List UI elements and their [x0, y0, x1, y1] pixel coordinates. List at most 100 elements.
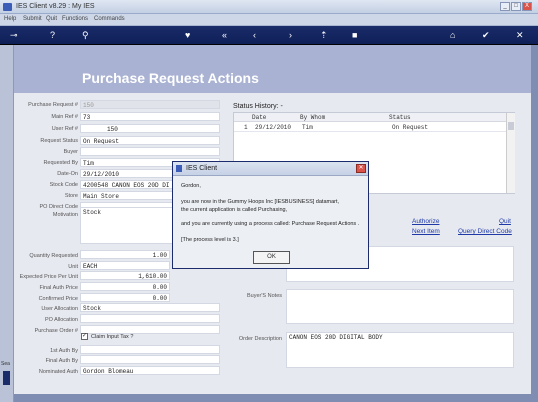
label-nominated-auth: Nominated Auth	[38, 369, 78, 375]
menu-commands[interactable]: Commands	[94, 16, 125, 22]
row-number: 1	[244, 124, 248, 131]
key-icon[interactable]: ⊸	[10, 31, 18, 40]
claim-input-tax-checkbox[interactable]: ✓	[81, 333, 88, 340]
app-icon	[3, 3, 12, 11]
rewind-icon[interactable]: «	[222, 31, 227, 40]
buyers-notes-field[interactable]	[286, 289, 514, 324]
label-request-status: Request Status	[40, 138, 78, 144]
label-user-ref: User Ref #	[51, 126, 78, 132]
dialog-application-line: the current application is called Purcha…	[181, 207, 288, 213]
label-buyers-notes: Buyer'S Notes	[247, 293, 282, 299]
unit-field[interactable]: EACH	[80, 261, 170, 270]
sidebar-label: Sea	[1, 361, 10, 367]
expected-price-field[interactable]: 1,610.00	[80, 271, 170, 280]
label-quantity-requested: Quantity Requested	[29, 253, 78, 259]
query-direct-code-link[interactable]: Query Direct Code	[458, 228, 512, 235]
label-final-auth-price: Final Auth Price	[39, 285, 78, 291]
nominated-auth-field[interactable]: Gordon Blomeau	[80, 366, 220, 375]
dialog-process-level: [The process level is 3.]	[181, 237, 239, 243]
menu-help[interactable]: Help	[4, 16, 16, 22]
row-status: On Request	[392, 124, 429, 131]
column-by-whom: By Whom	[300, 114, 326, 121]
status-history-header: Date By Whom Status	[234, 113, 506, 122]
toolbar: ⊸ ? ⚲ ♥ « ‹ › ⇡ ■ ⌂ ✔ ✕	[0, 26, 538, 45]
dialog-greeting: Gordon,	[181, 183, 201, 189]
column-date: Date	[252, 114, 267, 121]
label-buyer: Buyer	[63, 149, 78, 155]
dialog-title: IES Client	[186, 165, 218, 172]
label-order-description: Order Description	[238, 336, 282, 342]
label-purchase-request: Purchase Request #	[28, 102, 78, 108]
favorite-icon[interactable]: ♥	[185, 31, 190, 40]
user-ref-field[interactable]: 150	[80, 124, 220, 133]
search-icon[interactable]: ⚲	[82, 31, 89, 40]
label-main-ref: Main Ref #	[51, 114, 78, 120]
forward-icon[interactable]: ›	[289, 31, 292, 40]
next-item-link[interactable]: Next Item	[412, 228, 440, 235]
minimize-button[interactable]: _	[500, 2, 510, 11]
row-date: 29/12/2010	[255, 124, 292, 131]
label-date-on: Date-On	[57, 171, 78, 177]
final-auth-by-field[interactable]	[80, 355, 220, 364]
quantity-requested-field[interactable]: 1.00	[80, 250, 170, 259]
label-expected-price: Expected Price Per Unit	[19, 274, 78, 280]
column-status: Status	[389, 114, 411, 121]
status-history-scrollbar[interactable]	[506, 113, 515, 193]
maximize-button[interactable]: □	[511, 2, 521, 11]
buyer-field[interactable]	[80, 147, 220, 156]
dialog-title-bar: IES Client ✕	[173, 162, 368, 176]
confirmed-price-field[interactable]: 0.00	[80, 293, 170, 302]
first-auth-by-field[interactable]	[80, 345, 220, 354]
sidebar-handle[interactable]	[3, 371, 10, 385]
order-description-field[interactable]: CANON EOS 20D DIGITAL BODY	[286, 332, 514, 368]
title-bar: IES Client v8.29 : My IES _ □ X	[0, 0, 538, 14]
ok-button[interactable]: OK	[253, 251, 290, 264]
home-icon[interactable]: ⌂	[450, 31, 455, 40]
po-allocation-field[interactable]	[80, 314, 220, 323]
label-motivation: Motivation	[52, 212, 78, 218]
page-header: Purchase Request Actions	[14, 45, 531, 93]
dialog-app-icon	[176, 165, 182, 172]
confirm-icon[interactable]: ✔	[482, 31, 490, 40]
quit-link[interactable]: Quit	[499, 218, 511, 225]
dialog-close-icon[interactable]: ✕	[356, 164, 366, 173]
close-icon[interactable]: ✕	[516, 31, 524, 40]
main-ref-field[interactable]: 73	[80, 112, 220, 121]
purchase-request-field: 150	[80, 100, 220, 109]
label-po-allocation: PO Allocation	[44, 317, 78, 323]
user-allocation-field[interactable]: Stock	[80, 303, 220, 312]
label-store: Store	[64, 193, 78, 199]
label-first-auth-by: 1st Auth By	[50, 348, 78, 354]
final-auth-price-field[interactable]: 0.00	[80, 282, 170, 291]
back-icon[interactable]: ‹	[253, 31, 256, 40]
label-user-allocation: User Allocation	[41, 306, 78, 312]
close-window-button[interactable]: X	[522, 2, 532, 11]
table-row[interactable]: 1 29/12/2010 Tim On Request	[234, 123, 506, 132]
label-purchase-order: Purchase Order #	[34, 328, 78, 334]
claim-input-tax-label: Claim Input Tax ?	[91, 334, 134, 340]
request-status-field[interactable]: On Request	[80, 136, 220, 145]
upload-icon[interactable]: ⇡	[320, 31, 328, 40]
page-title: Purchase Request Actions	[82, 70, 259, 86]
stop-icon[interactable]: ■	[352, 31, 357, 40]
menu-bar: Help Submit Quit Functions Commands	[0, 14, 538, 26]
help-icon[interactable]: ?	[50, 31, 55, 40]
authorize-link[interactable]: Authorize	[412, 218, 439, 225]
window-title: IES Client v8.29 : My IES	[16, 3, 95, 10]
dialog-datamart-line: you are now in the Gummy Hoops Inc [IESB…	[181, 199, 340, 205]
label-stock-code: Stock Code	[49, 182, 78, 188]
label-po-direct-code: PO Direct Code	[39, 204, 78, 210]
menu-quit[interactable]: Quit	[46, 16, 57, 22]
menu-functions[interactable]: Functions	[62, 16, 88, 22]
menu-submit[interactable]: Submit	[23, 16, 42, 22]
label-confirmed-price: Confirmed Price	[38, 296, 78, 302]
purchase-order-field[interactable]	[80, 325, 220, 334]
label-requested-by: Requested By	[43, 160, 78, 166]
dialog-process-line: and you are currently using a process ca…	[181, 221, 360, 227]
info-dialog: IES Client ✕ Gordon, you are now in the …	[172, 161, 369, 269]
label-unit: Unit	[68, 264, 78, 270]
scroll-thumb[interactable]	[508, 122, 514, 130]
label-final-auth-by: Final Auth By	[45, 358, 78, 364]
row-by-whom: Tim	[302, 124, 313, 131]
left-sidebar: Sea	[0, 45, 14, 402]
